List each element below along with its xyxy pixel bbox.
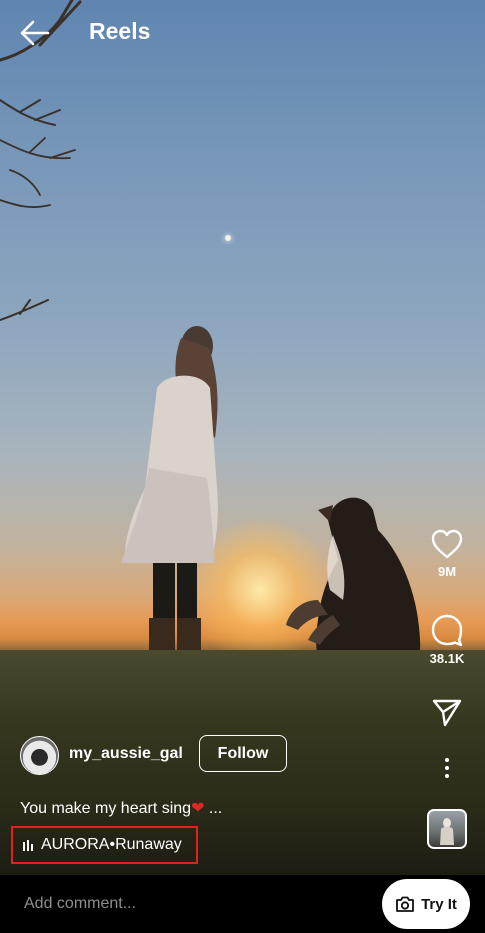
top-bar: Reels bbox=[0, 0, 485, 64]
audio-thumbnail-figure bbox=[440, 818, 454, 845]
moon bbox=[225, 235, 231, 241]
comment-input[interactable] bbox=[0, 875, 370, 933]
comment-action[interactable]: 38.1K bbox=[424, 613, 470, 666]
audio-thumbnail[interactable] bbox=[427, 809, 467, 849]
reels-screen: Reels 9M 38.1K my_aussie_gal Follow You … bbox=[0, 0, 485, 933]
like-count: 9M bbox=[437, 564, 457, 579]
comment-bar: Try It bbox=[0, 875, 485, 933]
audio-artist: AURORA bbox=[41, 836, 110, 853]
arrow-left-icon bbox=[20, 20, 50, 46]
follow-button[interactable]: Follow bbox=[199, 735, 287, 772]
page-title: Reels bbox=[89, 18, 151, 44]
author-row: my_aussie_gal Follow bbox=[20, 735, 320, 775]
back-button[interactable] bbox=[18, 16, 52, 50]
more-vertical-icon[interactable] bbox=[442, 757, 452, 779]
caption-text: You make my heart sing bbox=[20, 800, 192, 817]
heart-outline-icon[interactable] bbox=[430, 528, 464, 560]
like-action[interactable]: 9M bbox=[424, 528, 470, 579]
username[interactable]: my_aussie_gal bbox=[69, 745, 183, 763]
comment-count: 38.1K bbox=[429, 651, 465, 666]
audio-bars-icon bbox=[23, 839, 33, 851]
try-it-label: Try It bbox=[421, 895, 457, 913]
audio-track: Runaway bbox=[115, 836, 182, 853]
avatar[interactable] bbox=[20, 736, 59, 775]
caption-more: ... bbox=[204, 800, 223, 817]
camera-icon bbox=[396, 896, 414, 912]
audio-chip[interactable]: AURORA • Runaway bbox=[11, 826, 198, 864]
paper-plane-icon[interactable] bbox=[431, 697, 463, 727]
comment-bubble-icon[interactable] bbox=[430, 613, 464, 647]
try-it-button[interactable]: Try It bbox=[382, 879, 470, 929]
heart-emoji: ❤ bbox=[191, 800, 205, 817]
caption[interactable]: You make my heart sing❤ ... bbox=[20, 798, 222, 818]
share-action[interactable] bbox=[424, 697, 470, 727]
more-action[interactable] bbox=[424, 757, 470, 779]
woman-silhouette bbox=[121, 326, 218, 688]
